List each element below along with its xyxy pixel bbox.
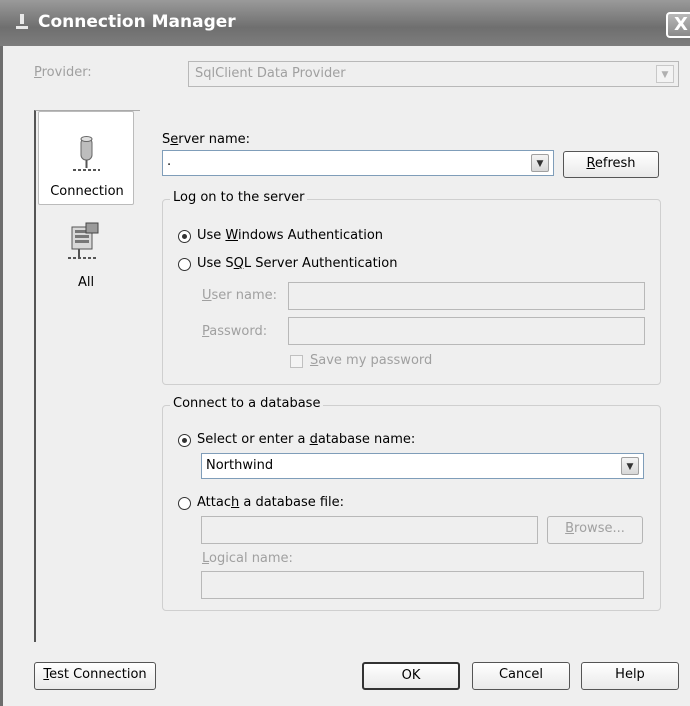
save-password-label[interactable]: Save my password (310, 353, 432, 368)
server-name-combo[interactable]: . ▼ (162, 150, 554, 176)
chevron-down-icon[interactable]: ▼ (531, 154, 549, 172)
attach-database-radio[interactable] (178, 497, 191, 510)
windows-auth-label[interactable]: Use Windows Authentication (197, 228, 383, 243)
database-server-icon (71, 134, 101, 174)
password-label: Password: (202, 324, 268, 339)
chevron-down-icon: ▼ (656, 65, 674, 83)
windows-auth-radio[interactable] (178, 230, 191, 243)
database-file-field[interactable] (201, 516, 538, 544)
provider-value: SqlClient Data Provider (195, 66, 346, 81)
server-name-value: . (167, 154, 172, 169)
username-label: User name: (202, 288, 278, 303)
close-button[interactable]: X (666, 12, 690, 38)
provider-select[interactable]: SqlClient Data Provider ▼ (188, 61, 679, 87)
browse-button[interactable]: Browse... (547, 516, 643, 544)
provider-label: Provider: (34, 65, 92, 80)
database-legend: Connect to a database (170, 396, 324, 411)
select-database-label[interactable]: Select or enter a database name: (197, 432, 415, 447)
help-button[interactable]: Help (581, 662, 679, 690)
database-name-value: Northwind (206, 458, 274, 473)
properties-grid-icon (66, 221, 102, 261)
ok-button[interactable]: OK (362, 662, 460, 690)
cancel-button[interactable]: Cancel (472, 662, 570, 690)
chevron-down-icon[interactable]: ▼ (621, 457, 639, 475)
window-title: Connection Manager (38, 12, 236, 32)
nav-item-connection[interactable]: Connection (38, 111, 134, 205)
nav-item-all[interactable]: All (38, 215, 134, 295)
refresh-button[interactable]: Refresh (563, 151, 659, 178)
nav-item-label: Connection (50, 184, 124, 199)
app-icon (16, 14, 28, 30)
logical-name-label: Logical name: (202, 551, 293, 566)
sql-auth-label[interactable]: Use SQL Server Authentication (197, 256, 397, 271)
server-name-label: Server name: (162, 132, 251, 147)
password-field[interactable] (288, 317, 645, 345)
save-password-checkbox[interactable] (290, 355, 303, 368)
sql-auth-radio[interactable] (178, 258, 191, 271)
logon-legend: Log on to the server (170, 190, 308, 205)
attach-database-label[interactable]: Attach a database file: (197, 495, 344, 510)
database-name-combo[interactable]: Northwind ▼ (201, 453, 644, 479)
username-field[interactable] (288, 282, 645, 310)
nav-item-label: All (77, 275, 95, 290)
select-database-radio[interactable] (178, 434, 191, 447)
logical-name-field[interactable] (201, 571, 644, 599)
test-connection-button[interactable]: Test Connection (34, 662, 156, 690)
